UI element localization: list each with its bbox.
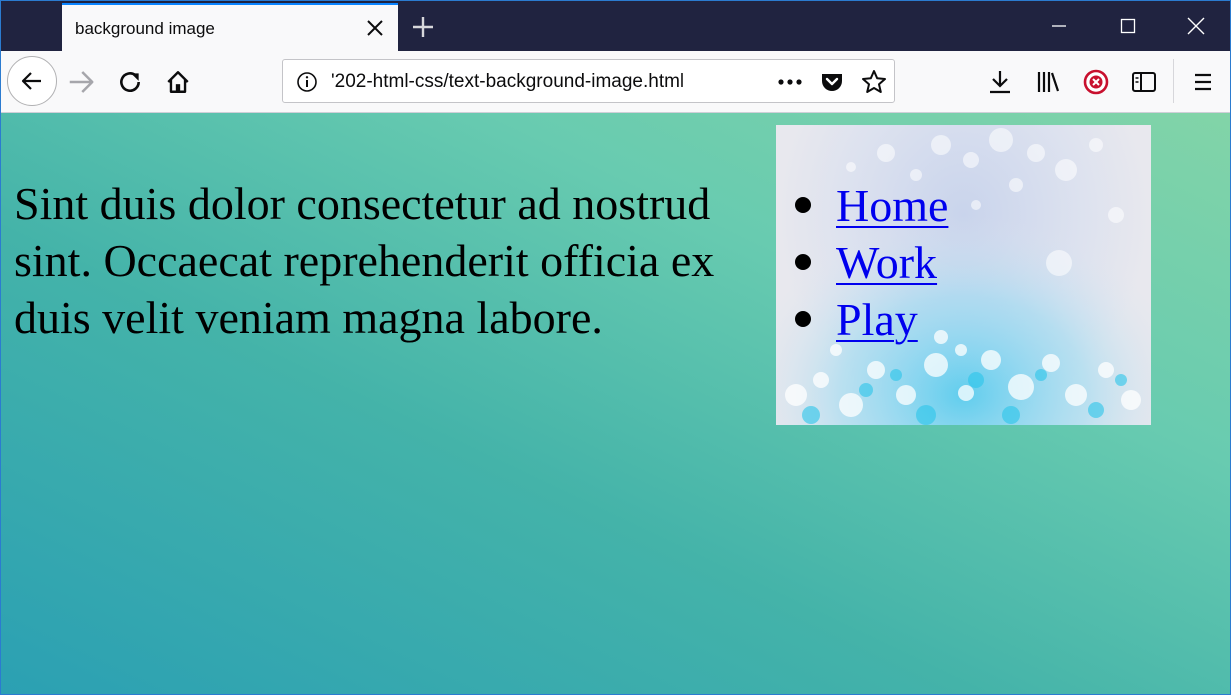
body-paragraph: Sint duis dolor consectetur ad nostrud s… — [14, 178, 715, 343]
info-icon[interactable] — [296, 71, 318, 93]
bokeh-background-image — [776, 125, 1151, 425]
new-tab-icon[interactable] — [411, 15, 435, 39]
star-icon[interactable] — [861, 69, 887, 95]
page-content: Sint duis dolor consectetur ad nostrud s… — [1, 113, 1230, 694]
bullet-marker — [795, 197, 811, 213]
nav-menu: Home Work Play — [776, 125, 1151, 425]
pocket-icon[interactable] — [820, 70, 844, 94]
toolbar-divider — [1173, 59, 1174, 103]
home-icon[interactable] — [165, 69, 191, 95]
url-bar[interactable]: '202-html-css/text-background-image.html — [282, 59, 895, 103]
tab-title: background image — [75, 19, 215, 38]
close-window-icon[interactable] — [1181, 11, 1211, 41]
hamburger-menu-icon[interactable] — [1189, 68, 1217, 96]
play-link[interactable]: Play — [836, 291, 918, 348]
maximize-icon[interactable] — [1113, 11, 1143, 41]
bullet-marker — [795, 311, 811, 327]
tab-background-image[interactable]: background image — [62, 3, 398, 51]
download-icon[interactable] — [986, 68, 1014, 96]
navigation-toolbar: '202-html-css/text-background-image.html — [1, 51, 1230, 113]
sidebar-icon[interactable] — [1130, 68, 1158, 96]
url-text[interactable]: '202-html-css/text-background-image.html — [331, 71, 726, 93]
library-icon[interactable] — [1034, 68, 1062, 96]
minimize-icon[interactable] — [1044, 11, 1074, 41]
blocker-icon[interactable] — [1082, 68, 1110, 96]
reload-icon[interactable] — [117, 69, 143, 95]
close-tab-icon[interactable] — [366, 19, 384, 37]
back-button[interactable] — [7, 56, 57, 106]
tab-strip: background image — [1, 1, 1230, 51]
work-link[interactable]: Work — [836, 234, 937, 291]
browser-window: background image '202-html-css/text-back… — [0, 0, 1231, 695]
forward-arrow-icon[interactable] — [66, 67, 96, 97]
page-actions-icon[interactable] — [776, 72, 804, 92]
back-arrow-icon — [21, 72, 41, 90]
home-link[interactable]: Home — [836, 177, 948, 234]
bullet-marker — [795, 254, 811, 270]
